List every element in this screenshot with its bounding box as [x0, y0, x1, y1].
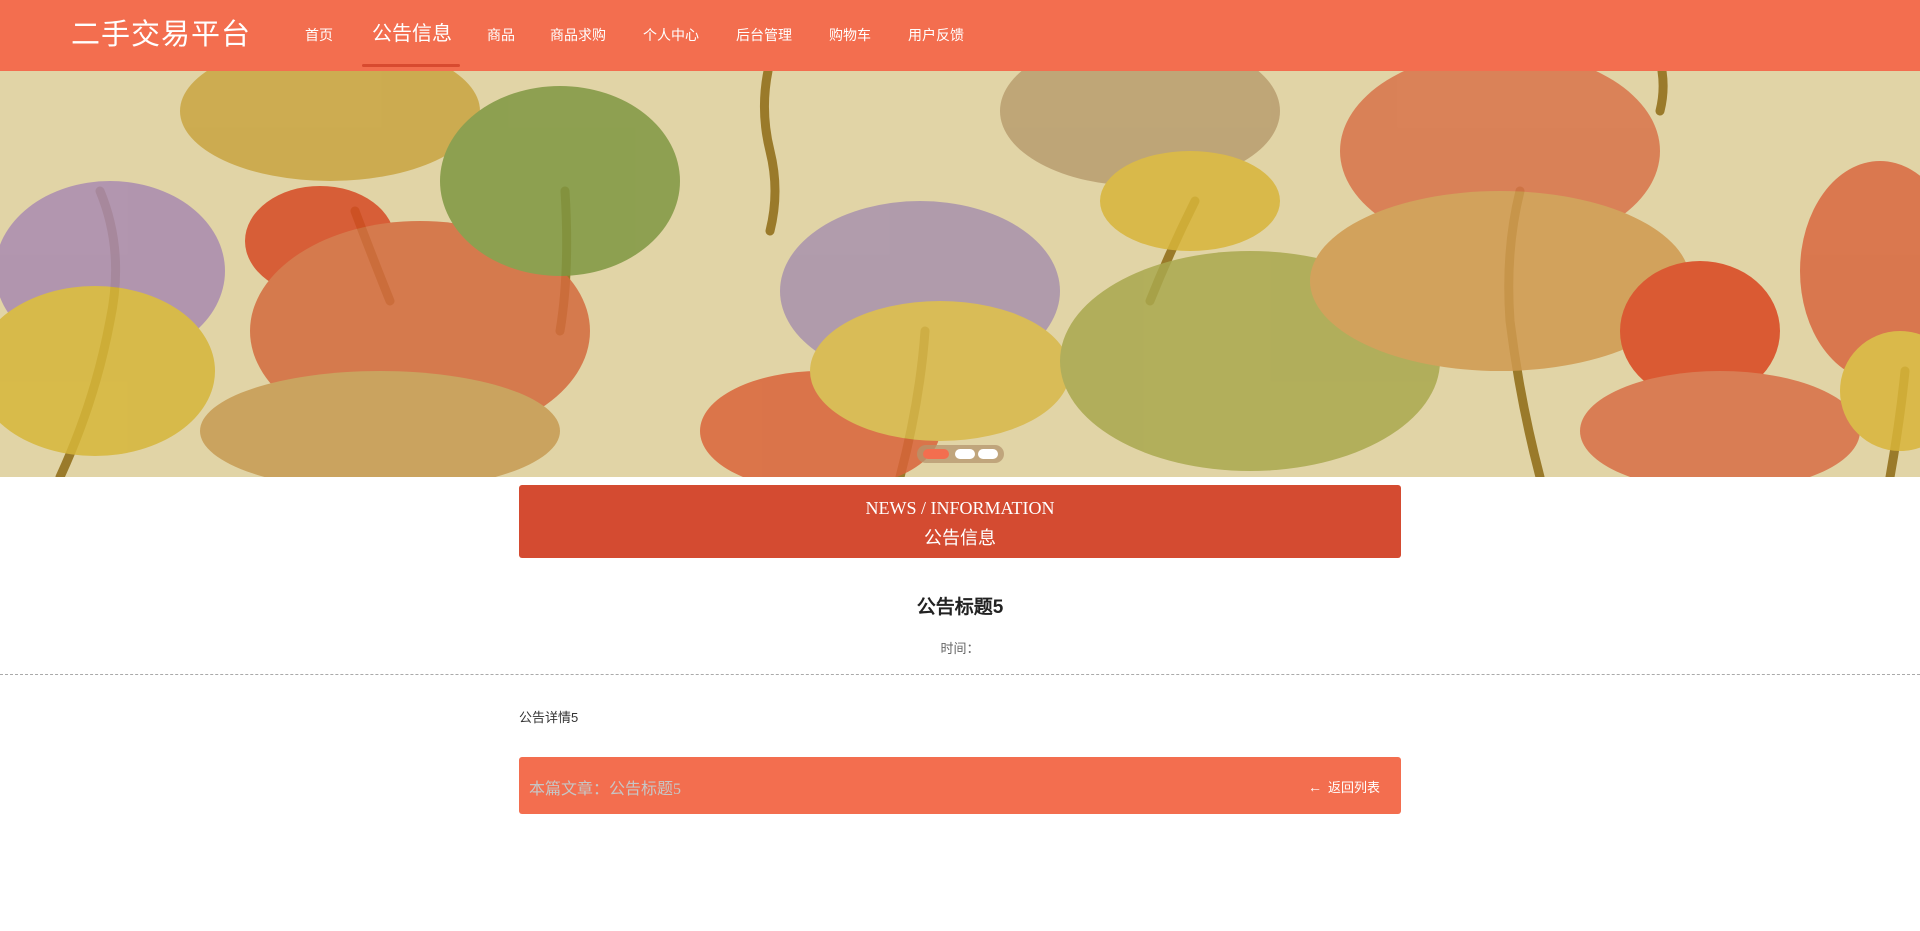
nav-admin[interactable]: 后台管理 — [736, 0, 792, 71]
nav-cart[interactable]: 购物车 — [829, 0, 871, 71]
site-logo[interactable]: 二手交易平台 — [71, 16, 251, 54]
arrow-left-icon: ← — [1307, 779, 1322, 795]
article-time: 时间： — [940, 641, 980, 656]
carousel-dots — [917, 445, 1004, 463]
nav-purchase-requests[interactable]: 商品求购 — [550, 0, 606, 71]
nav-home[interactable]: 首页 — [305, 0, 333, 71]
banner-image — [0, 71, 1920, 477]
carousel-dot-2[interactable] — [955, 449, 975, 459]
article-content: 公告详情5 — [519, 710, 579, 725]
banner-carousel[interactable] — [0, 71, 1920, 477]
nav-personal-center[interactable]: 个人中心 — [643, 0, 699, 71]
nav-feedback[interactable]: 用户反馈 — [908, 0, 964, 71]
section-title-en: NEWS / INFORMATION — [865, 498, 1055, 518]
nav-active-underline — [362, 64, 460, 67]
article-divider — [0, 674, 1920, 675]
carousel-dot-1[interactable] — [923, 449, 949, 459]
back-to-list-button[interactable]: ← 返回列表 — [1308, 777, 1380, 796]
article-title: 公告标题5 — [916, 597, 1004, 618]
nav-announcements[interactable]: 公告信息 — [372, 0, 452, 71]
section-title-cn: 公告信息 — [924, 528, 996, 548]
current-article-label: 本篇文章：公告标题5 — [529, 781, 682, 798]
carousel-dot-3[interactable] — [978, 449, 998, 459]
nav-products[interactable]: 商品 — [487, 0, 515, 71]
back-to-list-label: 返回列表 — [1327, 780, 1380, 795]
top-header: 二手交易平台 首页 公告信息 商品 商品求购 个人中心 后台管理 购物车 用户反… — [0, 0, 1920, 71]
article-footer-bar: 本篇文章：公告标题5 ← 返回列表 — [519, 757, 1401, 814]
section-heading: NEWS / INFORMATION 公告信息 — [519, 485, 1401, 558]
